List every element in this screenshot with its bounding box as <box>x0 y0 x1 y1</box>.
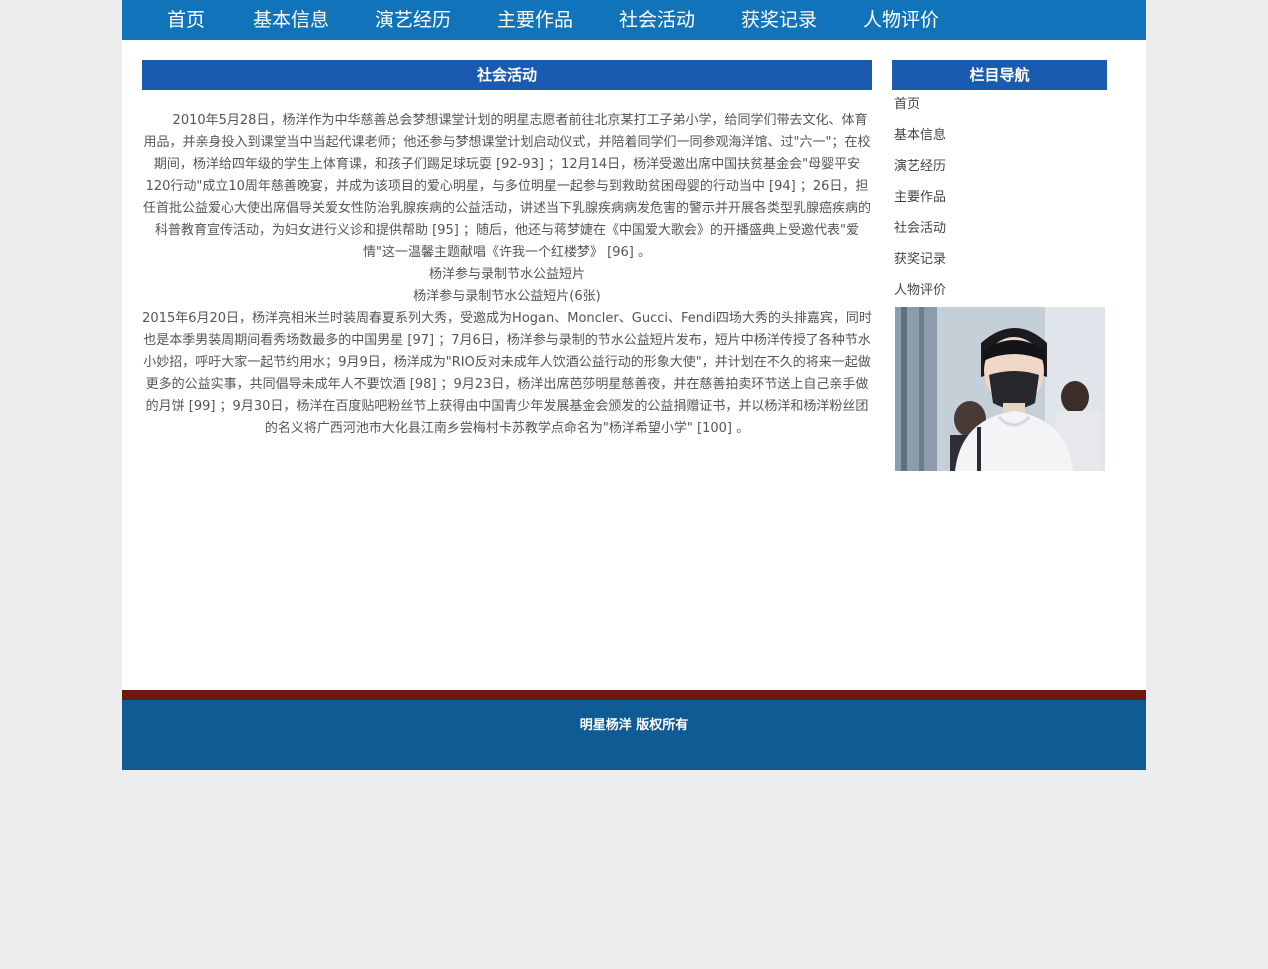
portrait-image <box>895 307 1105 471</box>
sidebar-item-social[interactable]: 社会活动 <box>894 218 1109 249</box>
copyright-text: 明星杨洋 版权所有 <box>579 718 689 733</box>
footer-divider <box>122 690 1146 700</box>
nav-item-career[interactable]: 演艺经历 <box>375 0 451 40</box>
footer: 明星杨洋 版权所有 <box>122 700 1146 770</box>
nav-item-basic-info[interactable]: 基本信息 <box>253 0 329 40</box>
image-caption: 杨洋参与录制节水公益短片 <box>428 267 585 282</box>
sidebar-item-career[interactable]: 演艺经历 <box>894 156 1109 187</box>
article-content: 2010年5月28日，杨洋作为中华慈善总会梦想课堂计划的明星志愿者前往北京某打工… <box>142 110 872 440</box>
paragraph: 2015年6月20日，杨洋亮相米兰时装周春夏系列大秀，受邀成为Hogan、Mon… <box>142 311 872 436</box>
sidebar-item-basic-info[interactable]: 基本信息 <box>894 125 1109 156</box>
gallery-link[interactable]: 杨洋参与录制节水公益短片(6张) <box>142 286 872 308</box>
nav-item-awards[interactable]: 获奖记录 <box>741 0 817 40</box>
top-nav: 首页 基本信息 演艺经历 主要作品 社会活动 获奖记录 人物评价 <box>122 0 1146 40</box>
paragraph: 2010年5月28日，杨洋作为中华慈善总会梦想课堂计划的明星志愿者前往北京某打工… <box>142 113 871 260</box>
sidebar-item-home[interactable]: 首页 <box>894 94 1109 125</box>
sidebar-title: 栏目导航 <box>892 60 1107 90</box>
nav-item-social[interactable]: 社会活动 <box>619 0 695 40</box>
sidebar-item-works[interactable]: 主要作品 <box>894 187 1109 218</box>
sidebar-nav: 首页 基本信息 演艺经历 主要作品 社会活动 获奖记录 人物评价 <box>894 94 1109 311</box>
section-title: 社会活动 <box>142 60 872 90</box>
sidebar-item-awards[interactable]: 获奖记录 <box>894 249 1109 280</box>
nav-item-works[interactable]: 主要作品 <box>497 0 573 40</box>
page-container: 首页 基本信息 演艺经历 主要作品 社会活动 获奖记录 人物评价 社会活动 20… <box>122 0 1146 770</box>
nav-item-reviews[interactable]: 人物评价 <box>863 0 939 40</box>
sidebar-photo <box>895 307 1105 471</box>
nav-item-home[interactable]: 首页 <box>167 0 205 40</box>
